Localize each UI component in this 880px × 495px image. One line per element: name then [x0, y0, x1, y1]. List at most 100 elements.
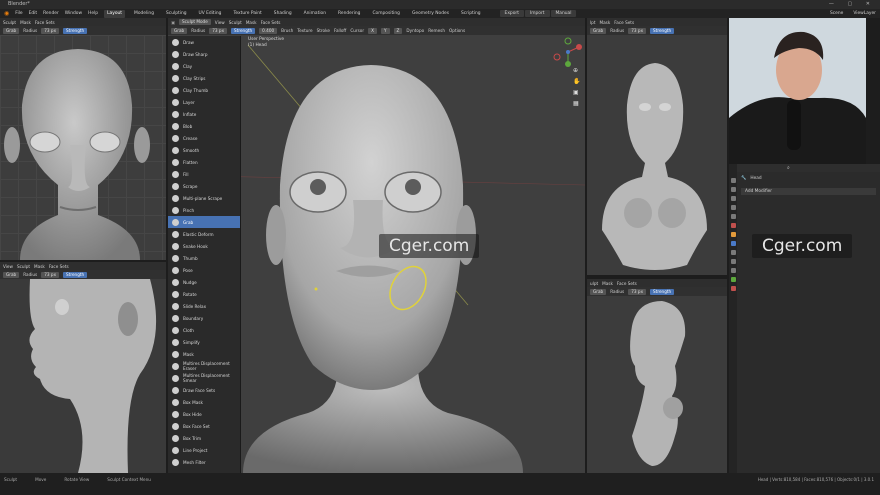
- radius-field[interactable]: 73 px: [209, 27, 228, 34]
- rt-strength-field[interactable]: Strength: [650, 27, 675, 34]
- tool-item[interactable]: Multi-plane Scrape: [168, 192, 240, 204]
- tool-item[interactable]: Nudge: [168, 276, 240, 288]
- tool-item[interactable]: Cloth: [168, 324, 240, 336]
- left-brush-field[interactable]: Grab: [3, 27, 20, 34]
- constraints-tab-icon[interactable]: [730, 268, 736, 273]
- menu-help[interactable]: Help: [88, 11, 98, 16]
- axis-x-toggle[interactable]: X: [368, 27, 377, 34]
- menu-edit[interactable]: Edit: [29, 11, 38, 16]
- menu-dyntopo[interactable]: Dyntopo: [406, 28, 424, 33]
- tool-item[interactable]: Elastic Deform: [168, 228, 240, 240]
- tool-item[interactable]: Box Mask: [168, 396, 240, 408]
- menu-texture[interactable]: Texture: [297, 28, 312, 33]
- editor-type-icon[interactable]: ▣: [171, 20, 175, 25]
- rb-menu-mask[interactable]: Mask: [602, 281, 613, 286]
- strength-label[interactable]: Strength: [231, 27, 256, 34]
- lb-radius-field[interactable]: 73 px: [41, 271, 60, 278]
- menu-cursor[interactable]: Cursor: [350, 28, 364, 33]
- tool-item[interactable]: Boundary: [168, 312, 240, 324]
- scene-tab-icon[interactable]: [730, 214, 736, 219]
- tool-item[interactable]: Simplify: [168, 336, 240, 348]
- tool-item[interactable]: Clay: [168, 60, 240, 72]
- tool-item[interactable]: Multires Displacement Smear: [168, 372, 240, 384]
- properties-search-icon[interactable]: ⌕: [787, 165, 790, 171]
- menu-face-sets[interactable]: Face Sets: [261, 20, 281, 25]
- tool-item[interactable]: Layer: [168, 96, 240, 108]
- tool-item[interactable]: Slide Relax: [168, 300, 240, 312]
- tool-item[interactable]: Mesh Filter: [168, 456, 240, 468]
- grid-icon[interactable]: ▦: [573, 100, 580, 107]
- brush-selector[interactable]: Grab: [171, 27, 188, 34]
- tool-tab-icon[interactable]: [730, 178, 736, 183]
- menu-remesh[interactable]: Remesh: [428, 28, 445, 33]
- tab-texture-paint[interactable]: Texture Paint: [230, 10, 264, 18]
- tool-item[interactable]: Flatten: [168, 156, 240, 168]
- manual-button[interactable]: Manual: [550, 10, 577, 17]
- menu-mask[interactable]: Mask: [246, 20, 257, 25]
- strength-field[interactable]: 0.400: [259, 27, 278, 34]
- tool-item[interactable]: Box Face Set: [168, 420, 240, 432]
- rb-menu-face-sets[interactable]: Face Sets: [617, 281, 637, 286]
- tool-item[interactable]: Crease: [168, 132, 240, 144]
- import-button[interactable]: Import: [524, 10, 550, 17]
- tab-uv-editing[interactable]: UV Editing: [196, 10, 225, 18]
- mode-selector[interactable]: Sculpt Mode: [178, 19, 211, 25]
- lb-strength-field[interactable]: Strength: [63, 271, 88, 278]
- left-menu-mask[interactable]: Mask: [20, 20, 31, 25]
- world-tab-icon[interactable]: [730, 223, 736, 228]
- tool-item[interactable]: Pose: [168, 264, 240, 276]
- menu-window[interactable]: Window: [65, 11, 82, 16]
- rb-radius-field[interactable]: 73 px: [628, 288, 647, 295]
- window-controls[interactable]: — ▢ ✕: [829, 0, 876, 9]
- export-button[interactable]: Export: [499, 10, 524, 17]
- menu-render[interactable]: Render: [43, 11, 59, 16]
- menu-falloff[interactable]: Falloff: [334, 28, 346, 33]
- material-tab-icon[interactable]: [730, 286, 736, 291]
- zoom-icon[interactable]: ⊕: [573, 67, 580, 74]
- tool-item[interactable]: Box Hide: [168, 408, 240, 420]
- view-layer-tab-icon[interactable]: [730, 205, 736, 210]
- tool-item[interactable]: Grab: [168, 216, 240, 228]
- blender-logo-icon[interactable]: ◉: [4, 10, 9, 17]
- rt-menu-sculpt[interactable]: lpt: [590, 20, 595, 25]
- output-tab-icon[interactable]: [730, 196, 736, 201]
- axis-z-toggle[interactable]: Z: [393, 27, 403, 34]
- right-top-viewport[interactable]: [587, 35, 727, 275]
- tab-sculpting[interactable]: Sculpting: [163, 10, 190, 18]
- rb-menu-sculpt[interactable]: ulpt: [590, 281, 598, 286]
- rb-strength-field[interactable]: Strength: [650, 288, 675, 295]
- menu-stroke[interactable]: Stroke: [317, 28, 330, 33]
- tool-item[interactable]: Snake Hook: [168, 240, 240, 252]
- tab-layout[interactable]: Layout: [104, 9, 126, 18]
- object-tab-icon[interactable]: [730, 232, 736, 237]
- tab-shading[interactable]: Shading: [271, 10, 295, 18]
- menu-file[interactable]: File: [15, 11, 22, 16]
- tool-item[interactable]: Draw Sharp: [168, 48, 240, 60]
- render-tab-icon[interactable]: [730, 187, 736, 192]
- tool-item[interactable]: Clay Strips: [168, 72, 240, 84]
- lb-menu-sculpt[interactable]: Sculpt: [17, 264, 30, 269]
- tool-item[interactable]: Multires Displacement Eraser: [168, 360, 240, 372]
- axis-y-toggle[interactable]: Y: [380, 27, 390, 34]
- tool-item[interactable]: Draw Face Sets: [168, 384, 240, 396]
- tool-item[interactable]: Draw: [168, 36, 240, 48]
- camera-icon[interactable]: ▣: [573, 89, 580, 96]
- tool-item[interactable]: Mask: [168, 348, 240, 360]
- rt-menu-mask[interactable]: Mask: [599, 20, 610, 25]
- tab-modeling[interactable]: Modeling: [131, 10, 157, 18]
- object-name[interactable]: Head: [750, 176, 761, 181]
- tool-item[interactable]: Rotate: [168, 288, 240, 300]
- tool-item[interactable]: Thumb: [168, 252, 240, 264]
- tab-geometry-nodes[interactable]: Geometry Nodes: [409, 10, 452, 18]
- lb-menu-view[interactable]: View: [3, 264, 13, 269]
- tool-item[interactable]: Blob: [168, 120, 240, 132]
- tab-scripting[interactable]: Scripting: [458, 10, 484, 18]
- tool-item[interactable]: Fill: [168, 168, 240, 180]
- left-mode[interactable]: Sculpt: [3, 20, 16, 25]
- navigation-gizmo[interactable]: [553, 37, 583, 67]
- rb-brush-field[interactable]: Grab: [590, 288, 607, 295]
- menu-brush[interactable]: Brush: [281, 28, 293, 33]
- pan-hand-icon[interactable]: ✋: [573, 78, 580, 85]
- tool-item[interactable]: Scrape: [168, 180, 240, 192]
- tab-compositing[interactable]: Compositing: [369, 10, 403, 18]
